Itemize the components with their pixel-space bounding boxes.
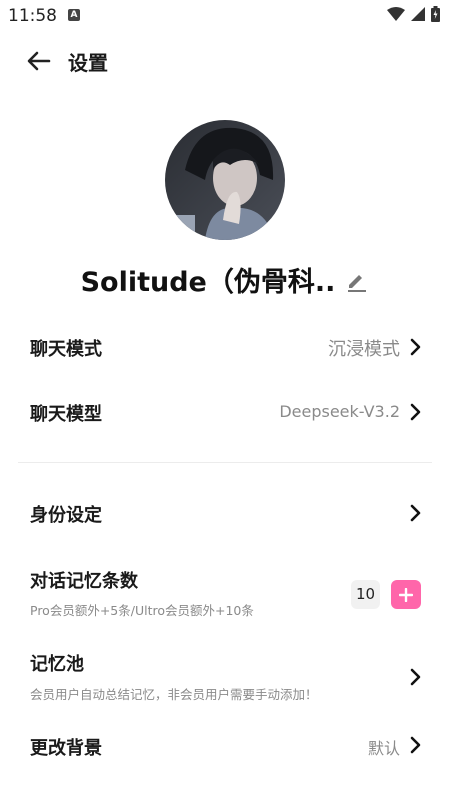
memory-count-value: 10 (351, 580, 380, 609)
background-label: 更改背景 (30, 738, 102, 759)
chat-model-label: 聊天模型 (30, 404, 102, 425)
chevron-right-icon (410, 403, 421, 421)
page-title: 设置 (68, 51, 108, 75)
chat-model-row[interactable]: 聊天模型 Deepseek-V3.2 (0, 391, 450, 431)
back-arrow-icon[interactable] (24, 46, 54, 76)
avatar[interactable] (165, 120, 285, 240)
chevron-right-icon (410, 736, 421, 754)
nickname-row: Solitude（伪骨科.. (0, 260, 450, 299)
chat-mode-row[interactable]: 聊天模式 沉浸模式 (0, 326, 450, 366)
chevron-right-icon (410, 668, 421, 686)
chat-mode-label: 聊天模式 (30, 339, 102, 360)
memory-count-label: 对话记忆条数 (30, 571, 138, 592)
status-time: 11:58 (8, 6, 57, 26)
background-value: 默认 (367, 739, 400, 758)
notification-icon: A (68, 9, 80, 21)
avatar-image (165, 120, 285, 240)
memory-pool-label: 记忆池 (30, 654, 84, 675)
signal-icon (411, 7, 425, 21)
wifi-icon (387, 7, 405, 21)
edit-pencil-icon[interactable] (345, 269, 369, 293)
memory-count-sub: Pro会员额外+5条/Ultro会员额外+10条 (30, 603, 254, 618)
plus-icon (399, 587, 413, 602)
chevron-right-icon (410, 504, 421, 522)
chat-mode-value: 沉浸模式 (328, 339, 400, 360)
battery-icon (431, 6, 440, 22)
status-icons (387, 6, 440, 22)
memory-pool-sub: 会员用户自动总结记忆，非会员用户需要手动添加！ (30, 687, 318, 702)
memory-count-row: 对话记忆条数 Pro会员额外+5条/Ultro会员额外+10条 (0, 565, 450, 625)
identity-label: 身份设定 (30, 505, 102, 526)
identity-row[interactable]: 身份设定 (0, 492, 450, 532)
nickname: Solitude（伪骨科.. (80, 267, 336, 298)
memory-pool-row[interactable]: 记忆池 会员用户自动总结记忆，非会员用户需要手动添加！ (0, 645, 450, 705)
chat-model-value: Deepseek-V3.2 (279, 402, 400, 421)
background-row[interactable]: 更改背景 默认 (0, 725, 450, 765)
section-divider (18, 462, 432, 463)
chevron-right-icon (410, 338, 421, 356)
increase-memory-button[interactable] (391, 580, 421, 609)
